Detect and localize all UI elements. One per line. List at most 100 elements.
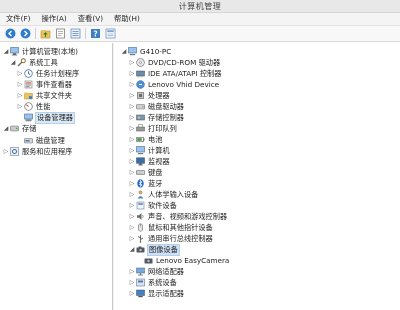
tree-item-device-manager[interactable]: 设备管理器 [16,111,75,124]
device-category[interactable]: ▷ 系统设备 [128,277,177,288]
device-category[interactable]: ▷ 计算机 [128,145,170,156]
device-category[interactable]: ▷ 鼠标和其他指针设备 [128,222,213,233]
expand-arrow-icon[interactable]: ▷ [128,201,136,211]
shared-folder-icon [24,91,33,100]
expand-arrow-icon[interactable]: ▷ [128,212,136,222]
device-category[interactable]: ▷ 处理器 [128,90,170,101]
device-category[interactable]: ▷ 监视器 [128,156,170,167]
expand-arrow-icon[interactable]: ▷ [128,234,136,244]
expand-arrow-icon[interactable]: ▷ [16,91,24,101]
device-category-label: 打印队列 [148,123,177,133]
monitor-icon [136,157,145,166]
tree-item-task-scheduler[interactable]: ▷ 任务计划程序 [16,68,79,79]
tree-item-event-viewer[interactable]: ▷ 事件查看器 [16,79,72,90]
expand-arrow-icon[interactable]: ▷ [128,58,136,68]
collapse-arrow-icon[interactable]: ◢ [2,124,10,134]
tree-item-disk-management[interactable]: 磁盘管理 [16,135,65,146]
expand-arrow-icon[interactable]: ▷ [16,80,24,90]
device-category[interactable]: ▷ DVD/CD-ROM 驱动器 [128,57,220,68]
device-category[interactable]: ▷ 磁盘驱动器 [128,101,184,112]
forward-button[interactable] [19,28,31,40]
device-item[interactable]: Lenovo EasyCamera [144,255,229,266]
tree-item-label: 任务计划程序 [36,68,80,78]
expand-arrow-icon[interactable]: ▷ [128,278,136,288]
expand-arrow-icon[interactable]: ▷ [128,80,136,90]
dvd-icon [136,58,145,67]
expand-arrow-icon[interactable]: ▷ [128,190,136,200]
device-category[interactable]: ▷ 键盘 [128,167,163,178]
expand-arrow-icon[interactable]: ▷ [128,267,136,277]
collapse-arrow-icon[interactable]: ◢ [120,47,128,57]
disk-icon [24,136,33,145]
device-category[interactable]: ▷ 打印队列 [128,123,177,134]
tree-item-performance[interactable]: ▷ 性能 [16,101,50,112]
sound-icon [136,212,145,221]
collapse-arrow-icon[interactable]: ◢ [2,47,10,57]
expand-arrow-icon[interactable]: ▷ [128,113,136,123]
device-category[interactable]: ▷ 蓝牙 [128,178,162,189]
device-category-imaging[interactable]: ◢ 图像设备 [128,243,180,256]
tree-item-label: 存储 [22,123,37,133]
tree-item-label: 计算机管理(本地) [22,46,78,56]
details-view-button[interactable] [104,28,116,40]
device-category[interactable]: ▷ 显示适配器 [128,288,184,299]
hid-icon [136,190,145,199]
device-category[interactable]: ▷ 存储控制器 [128,112,184,123]
device-category-label: 存储控制器 [148,112,184,122]
device-category-label: 网络适配器 [148,266,184,276]
device-category-label: 通用串行总线控制器 [148,233,213,243]
menu-view[interactable]: 查看(V) [78,14,103,24]
task-scheduler-icon [24,69,33,78]
device-category[interactable]: ▷ 电池 [128,134,163,145]
bluetooth-icon [136,179,145,188]
expand-arrow-icon[interactable]: ▷ [128,102,136,112]
software-device-icon [136,201,145,210]
menu-action[interactable]: 操作(A) [41,14,66,24]
expand-arrow-icon[interactable]: ▷ [128,168,136,178]
usb-icon [136,234,145,243]
expand-arrow-icon[interactable]: ▷ [128,146,136,156]
device-tree-root[interactable]: ◢ G410-PC [120,46,172,57]
menu-help[interactable]: 帮助(H) [114,14,140,24]
menu-file[interactable]: 文件(F) [6,14,30,24]
processor-icon [136,91,145,100]
properties-button[interactable] [54,28,66,40]
device-category[interactable]: ▷ 人体学输入设备 [128,189,198,200]
expand-arrow-icon[interactable]: ▷ [128,179,136,189]
performance-icon [24,102,33,111]
back-button[interactable] [4,28,16,40]
expand-arrow-icon[interactable]: ▷ [16,102,24,112]
battery-icon [136,135,145,144]
device-category[interactable]: ▷ 声音、视频和游戏控制器 [128,211,227,222]
expand-arrow-icon[interactable]: ▷ [128,157,136,167]
collapse-arrow-icon[interactable]: ◢ [9,58,17,68]
expand-arrow-icon[interactable]: ▷ [128,289,136,299]
tree-item-system-tools[interactable]: ◢ 系统工具 [9,57,58,68]
computer-icon [128,47,137,56]
tree-item-services-apps[interactable]: ▷ 服务和应用程序 [2,146,72,157]
up-folder-icon [40,30,50,39]
tree-item-storage[interactable]: ◢ 存储 [2,123,37,134]
help-button[interactable]: ? [89,28,101,40]
device-category[interactable]: ▷ IDE ATA/ATAPI 控制器 [128,68,221,79]
tree-item-computer-management[interactable]: ◢ 计算机管理(本地) [2,46,78,57]
expand-arrow-icon[interactable]: ▷ [16,69,24,79]
display-adapter-icon [136,289,145,298]
device-category[interactable]: ▷ 通用串行总线控制器 [128,233,213,244]
list-view-button[interactable] [69,28,81,40]
device-category[interactable]: ▷ 网络适配器 [128,266,184,277]
tree-item-shared-folders[interactable]: ▷ 共享文件夹 [16,90,72,101]
expand-arrow-icon[interactable]: ▷ [128,69,136,79]
collapse-arrow-icon[interactable]: ◢ [128,245,136,255]
device-category[interactable]: ▷ Lenovo Vhid Device [128,79,219,90]
tree-item-label: 共享文件夹 [36,90,72,100]
expand-arrow-icon[interactable]: ▷ [128,223,136,233]
expand-arrow-icon[interactable]: ▷ [128,124,136,134]
device-category[interactable]: ▷ 软件设备 [128,200,177,211]
up-folder-button[interactable] [39,28,51,40]
device-category-label: 人体学输入设备 [148,189,199,199]
expand-arrow-icon[interactable]: ▷ [128,91,136,101]
expand-arrow-icon[interactable]: ▷ [128,135,136,145]
ide-controller-icon [136,69,145,78]
expand-arrow-icon[interactable]: ▷ [2,147,10,157]
